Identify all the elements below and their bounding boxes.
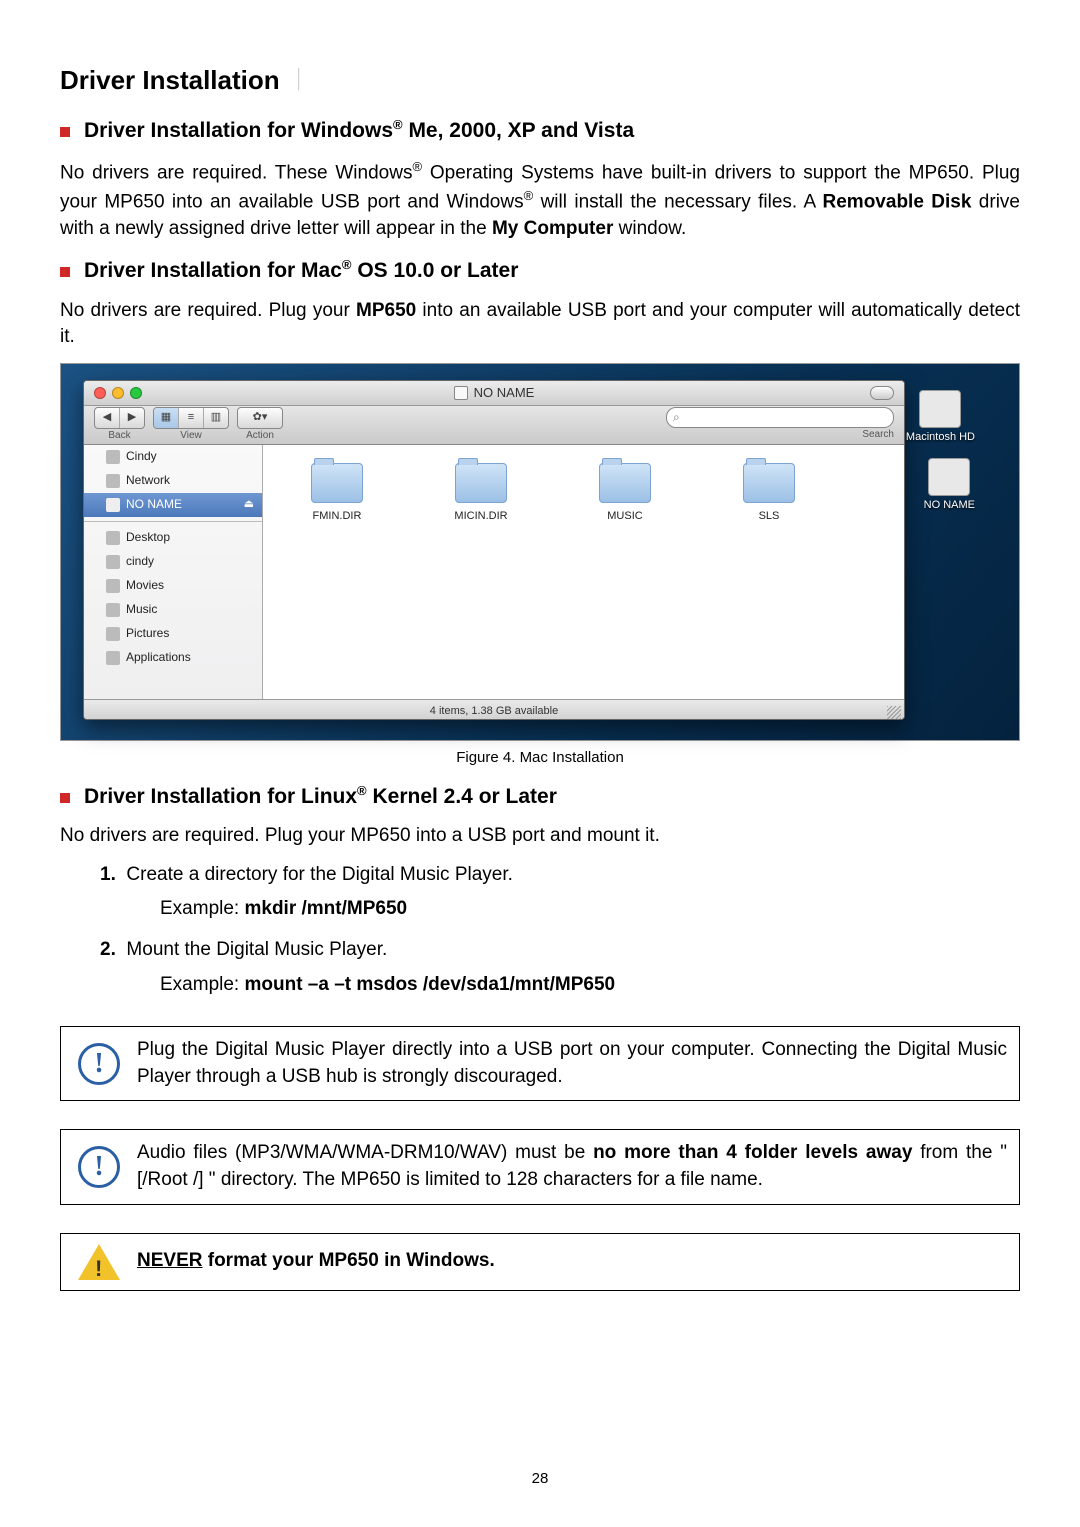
mac-screenshot: NO NAME ◀ ▶ Back ▦ ≡ bbox=[60, 363, 1020, 741]
desktop-drive-noname[interactable]: NO NAME bbox=[924, 458, 975, 513]
heading-text: Driver Installation for Linux bbox=[84, 785, 357, 808]
finder-content: FMIN.DIR MICIN.DIR MUSIC SLS bbox=[263, 445, 904, 699]
finder-titlebar: NO NAME bbox=[84, 381, 904, 406]
folder-music[interactable]: MUSIC bbox=[585, 463, 665, 681]
sidebar-item-movies[interactable]: Movies bbox=[84, 574, 262, 598]
warning-box-never: ! NEVER format your MP650 in Windows. bbox=[60, 1233, 1020, 1291]
movies-icon bbox=[106, 579, 120, 593]
finder-window: NO NAME ◀ ▶ Back ▦ ≡ bbox=[83, 380, 905, 720]
linux-step-2: 2. Mount the Digital Music Player. bbox=[100, 937, 1020, 964]
search-icon: ⌕ bbox=[673, 409, 680, 426]
folder-icon bbox=[743, 463, 795, 503]
sidebar-item-network[interactable]: Network bbox=[84, 469, 262, 493]
toolbar-toggle-button[interactable] bbox=[870, 386, 894, 400]
eject-icon[interactable]: ⏏ bbox=[244, 497, 254, 512]
sidebar-item-desktop[interactable]: Desktop bbox=[84, 526, 262, 550]
sidebar-item-applications[interactable]: Applications bbox=[84, 646, 262, 670]
warning-text: NEVER format your MP650 in Windows. bbox=[137, 1238, 1019, 1285]
window-title: NO NAME bbox=[84, 384, 904, 402]
toolbar-label: View bbox=[153, 429, 229, 443]
section-mac-head: Driver Installation for Mac® OS 10.0 or … bbox=[60, 256, 1020, 285]
resize-grip-icon[interactable] bbox=[887, 706, 901, 720]
info-box-usb: ! Plug the Digital Music Player directly… bbox=[60, 1026, 1020, 1101]
back-forward-buttons[interactable]: ◀ ▶ bbox=[94, 407, 145, 429]
finder-sidebar: Cindy Network NO NAME⏏ Desktop cindy Mov… bbox=[84, 445, 263, 699]
info-icon: ! bbox=[78, 1146, 120, 1188]
figure-caption: Figure 4. Mac Installation bbox=[60, 747, 1020, 768]
view-buttons[interactable]: ▦ ≡ ▥ bbox=[153, 407, 229, 429]
bullet-icon bbox=[60, 793, 70, 803]
mac-body: No drivers are required. Plug your MP650… bbox=[60, 298, 1020, 351]
finder-statusbar: 4 items, 1.38 GB available bbox=[84, 699, 904, 720]
folder-icon bbox=[455, 463, 507, 503]
folder-micin[interactable]: MICIN.DIR bbox=[441, 463, 521, 681]
linux-example-1: Example: mkdir /mnt/MP650 bbox=[160, 896, 1020, 923]
desktop-icon bbox=[106, 531, 120, 545]
warning-icon: ! bbox=[78, 1244, 120, 1280]
back-button[interactable]: ◀ bbox=[95, 408, 120, 428]
info-text: Audio files (MP3/WMA/WMA-DRM10/WAV) must… bbox=[137, 1130, 1019, 1203]
section-linux-head: Driver Installation for Linux® Kernel 2.… bbox=[60, 782, 1020, 811]
network-icon bbox=[106, 474, 120, 488]
linux-example-2: Example: mount –a –t msdos /dev/sda1/mnt… bbox=[160, 972, 1020, 999]
section-windows-head: Driver Installation for Windows® Me, 200… bbox=[60, 116, 1020, 145]
desktop-drive-hd[interactable]: Macintosh HD bbox=[906, 390, 975, 445]
info-box-folders: ! Audio files (MP3/WMA/WMA-DRM10/WAV) mu… bbox=[60, 1129, 1020, 1204]
toolbar-label: Search bbox=[666, 428, 894, 442]
bullet-icon bbox=[60, 127, 70, 137]
linux-step-1: 1. Create a directory for the Digital Mu… bbox=[100, 862, 1020, 889]
applications-icon bbox=[106, 651, 120, 665]
folder-icon bbox=[311, 463, 363, 503]
icon-view-button[interactable]: ▦ bbox=[154, 408, 179, 428]
folder-sls[interactable]: SLS bbox=[729, 463, 809, 681]
heading-text: Driver Installation for Windows bbox=[84, 119, 393, 142]
toolbar-label: Back bbox=[94, 429, 145, 443]
heading-text: Driver Installation for Mac bbox=[84, 259, 342, 282]
action-button[interactable]: ✿▾ bbox=[237, 407, 283, 429]
info-icon: ! bbox=[78, 1043, 120, 1085]
sidebar-item-no-name[interactable]: NO NAME⏏ bbox=[84, 493, 262, 517]
music-icon bbox=[106, 603, 120, 617]
search-input[interactable]: ⌕ bbox=[666, 407, 894, 428]
folder-fmin[interactable]: FMIN.DIR bbox=[297, 463, 377, 681]
computer-icon bbox=[106, 450, 120, 464]
column-view-button[interactable]: ▥ bbox=[204, 408, 228, 428]
drive-icon bbox=[919, 390, 961, 428]
page-title: Driver Installation︱ bbox=[60, 62, 1020, 98]
list-view-button[interactable]: ≡ bbox=[179, 408, 204, 428]
finder-toolbar: ◀ ▶ Back ▦ ≡ ▥ View bbox=[84, 406, 904, 445]
linux-intro: No drivers are required. Plug your MP650… bbox=[60, 823, 1020, 850]
gear-icon[interactable]: ✿▾ bbox=[238, 408, 282, 428]
sidebar-item-pictures[interactable]: Pictures bbox=[84, 622, 262, 646]
folder-icon bbox=[599, 463, 651, 503]
sidebar-item-cindy[interactable]: Cindy bbox=[84, 445, 262, 469]
drive-icon bbox=[928, 458, 970, 496]
disk-icon bbox=[454, 386, 468, 400]
forward-button[interactable]: ▶ bbox=[120, 408, 144, 428]
home-icon bbox=[106, 555, 120, 569]
toolbar-label: Action bbox=[237, 429, 283, 443]
sidebar-item-home[interactable]: cindy bbox=[84, 550, 262, 574]
sidebar-item-music[interactable]: Music bbox=[84, 598, 262, 622]
windows-body: No drivers are required. These Windows® … bbox=[60, 158, 1020, 242]
bullet-icon bbox=[60, 267, 70, 277]
disk-icon bbox=[106, 498, 120, 512]
info-text: Plug the Digital Music Player directly i… bbox=[137, 1027, 1019, 1100]
page-number: 28 bbox=[60, 1468, 1020, 1489]
pictures-icon bbox=[106, 627, 120, 641]
